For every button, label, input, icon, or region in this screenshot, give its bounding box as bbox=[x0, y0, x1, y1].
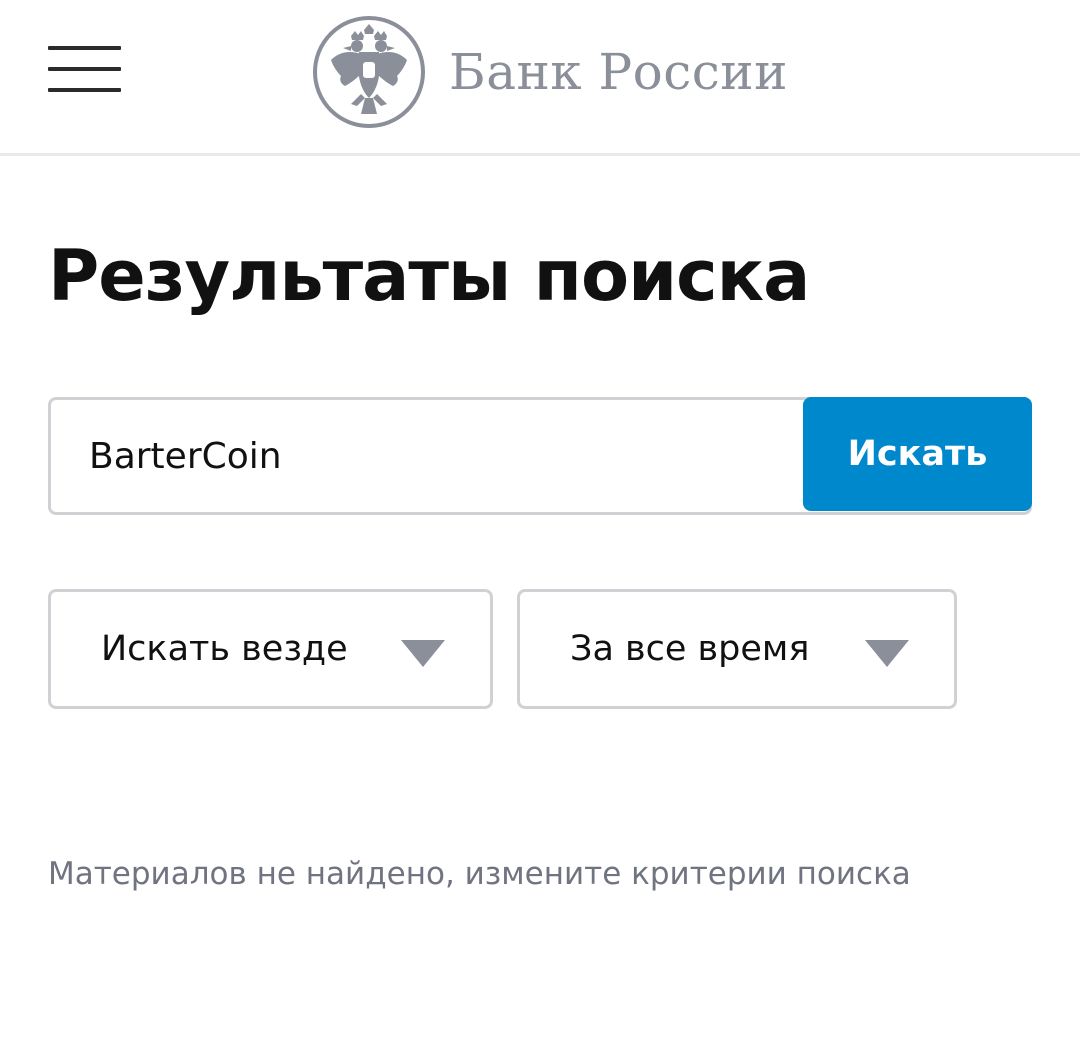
site-header: Банк России bbox=[0, 0, 1080, 156]
triangle-down-icon bbox=[865, 640, 909, 667]
scope-select-value: Искать везде bbox=[101, 629, 348, 669]
no-results-message: Материалов не найдено, измените критерии… bbox=[48, 856, 911, 892]
hamburger-menu-icon[interactable] bbox=[48, 46, 121, 96]
search-button[interactable]: Искать bbox=[803, 397, 1032, 511]
triangle-down-icon bbox=[401, 640, 445, 667]
period-select[interactable]: За все время bbox=[517, 589, 957, 709]
bank-logo[interactable]: Банк России bbox=[311, 14, 788, 130]
scope-select[interactable]: Искать везде bbox=[48, 589, 493, 709]
menu-line bbox=[48, 67, 121, 71]
page-title: Результаты поиска bbox=[48, 235, 810, 317]
double-headed-eagle-emblem-icon bbox=[313, 16, 425, 128]
menu-line bbox=[48, 88, 121, 92]
search-input[interactable] bbox=[89, 424, 789, 488]
period-select-value: За все время bbox=[570, 629, 810, 669]
menu-line bbox=[48, 46, 121, 50]
bank-name: Банк России bbox=[449, 43, 788, 101]
